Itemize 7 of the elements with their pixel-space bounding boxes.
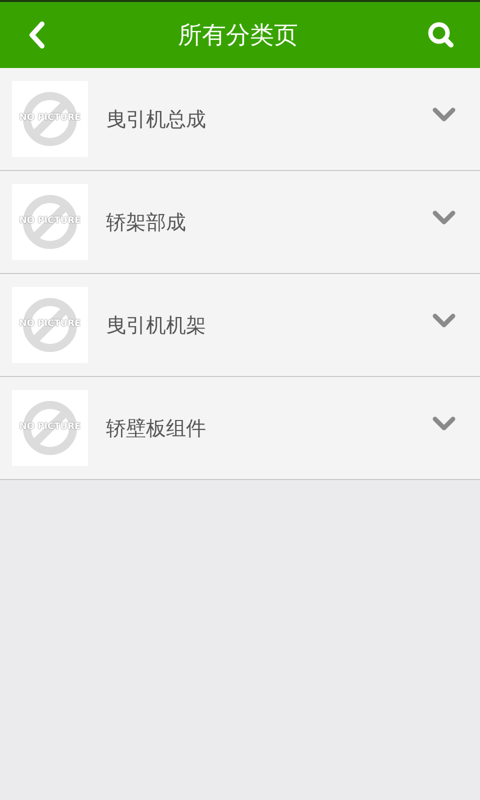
back-icon: [28, 21, 46, 49]
page-title: 所有分类页: [178, 20, 298, 51]
category-name: 轿架部成: [106, 209, 187, 236]
search-icon: [427, 21, 455, 49]
category-name: 曳引机机架: [106, 312, 207, 339]
category-name: 曳引机总成: [106, 106, 207, 133]
category-name: 轿壁板组件: [106, 415, 207, 442]
